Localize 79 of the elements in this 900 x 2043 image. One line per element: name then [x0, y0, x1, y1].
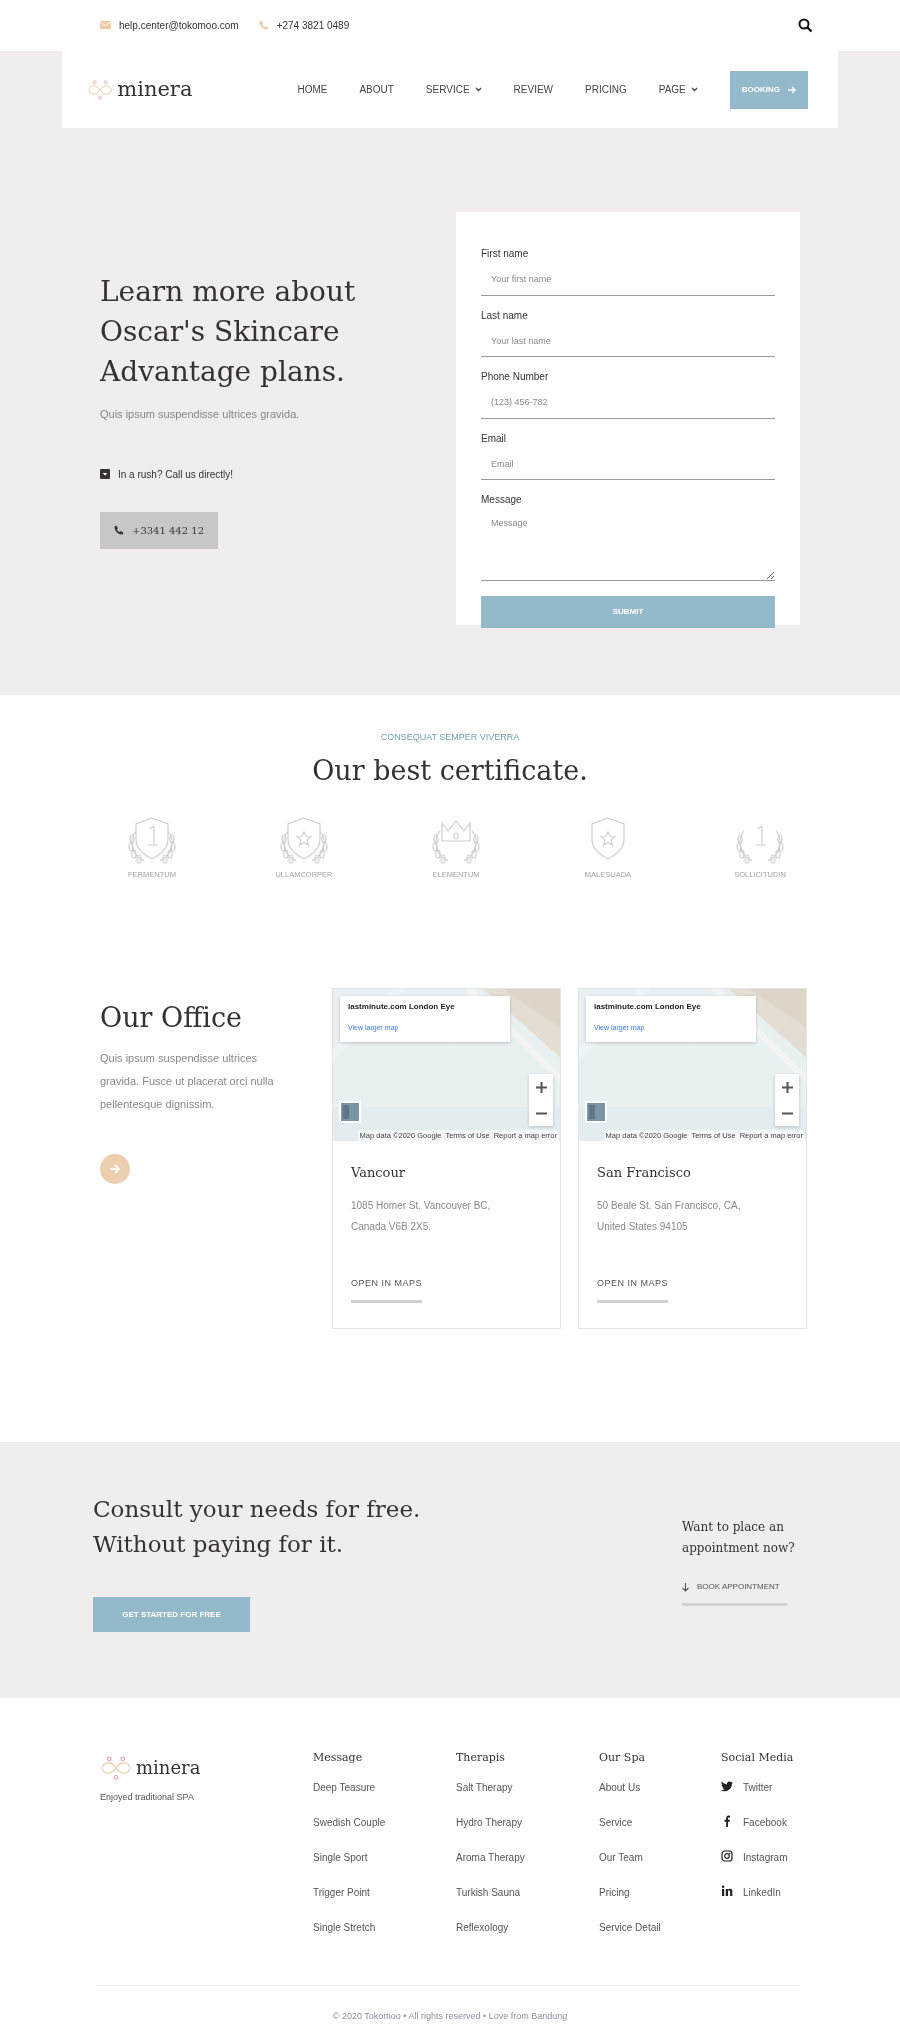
footer-link[interactable]: Trigger Point	[313, 1885, 456, 1920]
office-name: Vancour	[351, 1164, 406, 1182]
footer-link[interactable]: Deep Teasure	[313, 1780, 456, 1815]
column-title: Social Media	[721, 1750, 794, 1766]
phone-icon	[114, 525, 124, 535]
nav-link[interactable]: REVIEW	[513, 82, 554, 97]
social-link[interactable]: Instagram	[721, 1850, 794, 1885]
brand-name: minera	[117, 75, 193, 103]
brand-name: minera	[136, 1756, 201, 1780]
nav-link[interactable]: ABOUT	[359, 82, 394, 97]
place-title: lastminute.com London Eye	[348, 1001, 456, 1013]
footer-tagline: Enjoyed traditional SPA	[100, 1791, 195, 1804]
cta-question: Want to place an appointment now?	[682, 1519, 795, 1557]
open-maps-link[interactable]: OPEN IN MAPS	[597, 1276, 668, 1303]
nav-link[interactable]: PAGE	[658, 82, 698, 97]
minus-icon	[535, 1111, 547, 1115]
phone-text: +274 3821 0489	[276, 18, 350, 33]
footer-link[interactable]: Turkish Sauna	[456, 1885, 599, 1920]
social-link[interactable]: Facebook	[721, 1815, 794, 1850]
arrow-icon	[109, 1162, 121, 1175]
rush-note: In a rush? Call us directly!	[118, 467, 234, 482]
arrow-icon	[788, 85, 796, 94]
twitter-bird-icon	[721, 1780, 733, 1792]
footer-link[interactable]: Hydro Therapy	[456, 1815, 599, 1850]
hero-heading: Learn more about Oscar's Skincare Advantage plans.	[100, 274, 357, 390]
call-button[interactable]: +3341 442 12	[100, 511, 218, 549]
footer-link[interactable]: About Us	[599, 1780, 721, 1815]
office-address: 50 Beale St. San Francisco, CA, United States 94105	[597, 1198, 742, 1234]
footer-link[interactable]: Pricing	[599, 1885, 721, 1920]
field-label: Last name	[481, 308, 529, 323]
footer-link[interactable]: Service Detail	[599, 1920, 721, 1955]
mail-icon	[100, 21, 111, 29]
column-title: Our Spa	[599, 1750, 646, 1766]
office-address: 1085 Homer St. Vancouver BC, Canada V6B 2X5.	[351, 1198, 492, 1234]
caret-icon	[690, 87, 698, 92]
place-title: lastminute.com London Eye	[594, 1001, 702, 1013]
search-icon[interactable]	[798, 17, 813, 33]
zoom-in-button[interactable]	[775, 1074, 799, 1100]
instagram-icon	[721, 1850, 733, 1862]
field-label: Email	[481, 431, 507, 446]
footer-link[interactable]: Salt Therapy	[456, 1780, 599, 1815]
phone-icon	[258, 20, 269, 30]
footer-link[interactable]: Service	[599, 1815, 721, 1850]
column-title: Therapis	[456, 1750, 506, 1766]
social-link[interactable]: Twitter	[721, 1780, 794, 1815]
copyright-text: © 2020 Tokomoo • All rights reserved • Love from Bandung	[331, 2010, 569, 2023]
social-link[interactable]: LinkedIn	[721, 1885, 794, 1920]
footer-link[interactable]: Single Stretch	[313, 1920, 456, 1955]
arrow-down-icon	[682, 1582, 689, 1592]
field-label: First name	[481, 247, 530, 261]
footer-link[interactable]: Aroma Therapy	[456, 1850, 599, 1885]
nav-link[interactable]: SERVICE	[425, 82, 482, 97]
zoom-in-button[interactable]	[529, 1074, 553, 1100]
linkedin-icon	[721, 1885, 733, 1897]
section-title: Our Office	[100, 1001, 244, 1035]
plus-icon	[781, 1081, 793, 1093]
minus-icon	[781, 1111, 793, 1115]
office-description: Quis ipsum suspendisse ultrices gravida. Fusce ut placerat orci nulla pellentesque dignissim.	[100, 1050, 275, 1112]
field-label: Message	[481, 493, 523, 507]
footer-link[interactable]: Swedish Couple	[313, 1815, 456, 1850]
nav-link[interactable]: HOME	[297, 82, 328, 97]
logo-icon	[100, 1754, 132, 1781]
section-title: Our best certificate.	[311, 753, 589, 788]
footer-link[interactable]: Single Sport	[313, 1850, 456, 1885]
plus-icon	[535, 1081, 547, 1093]
column-title: Message	[313, 1750, 364, 1766]
cta-heading: Consult your needs for free. Without paying for it.	[93, 1495, 422, 1559]
email-text: help.center@tokomoo.com	[119, 18, 239, 33]
footer-link[interactable]: Our Team	[599, 1850, 721, 1885]
book-appointment-link[interactable]: BOOK APPOINTMENT	[682, 1581, 787, 1606]
caret-icon	[474, 87, 482, 92]
nav-link[interactable]: PRICING	[585, 82, 627, 97]
field-label: Phone Number	[481, 370, 550, 384]
footer-link[interactable]: Reflexology	[456, 1920, 599, 1955]
open-maps-link[interactable]: OPEN IN MAPS	[351, 1276, 422, 1303]
hero-subtext: Quis ipsum suspendisse ultrices gravida.	[100, 407, 301, 422]
office-name: San Francisco	[597, 1164, 692, 1182]
dropdown-box-icon	[100, 469, 110, 479]
section-eyebrow: CONSEQUAT SEMPER VIVERRA	[379, 731, 521, 744]
